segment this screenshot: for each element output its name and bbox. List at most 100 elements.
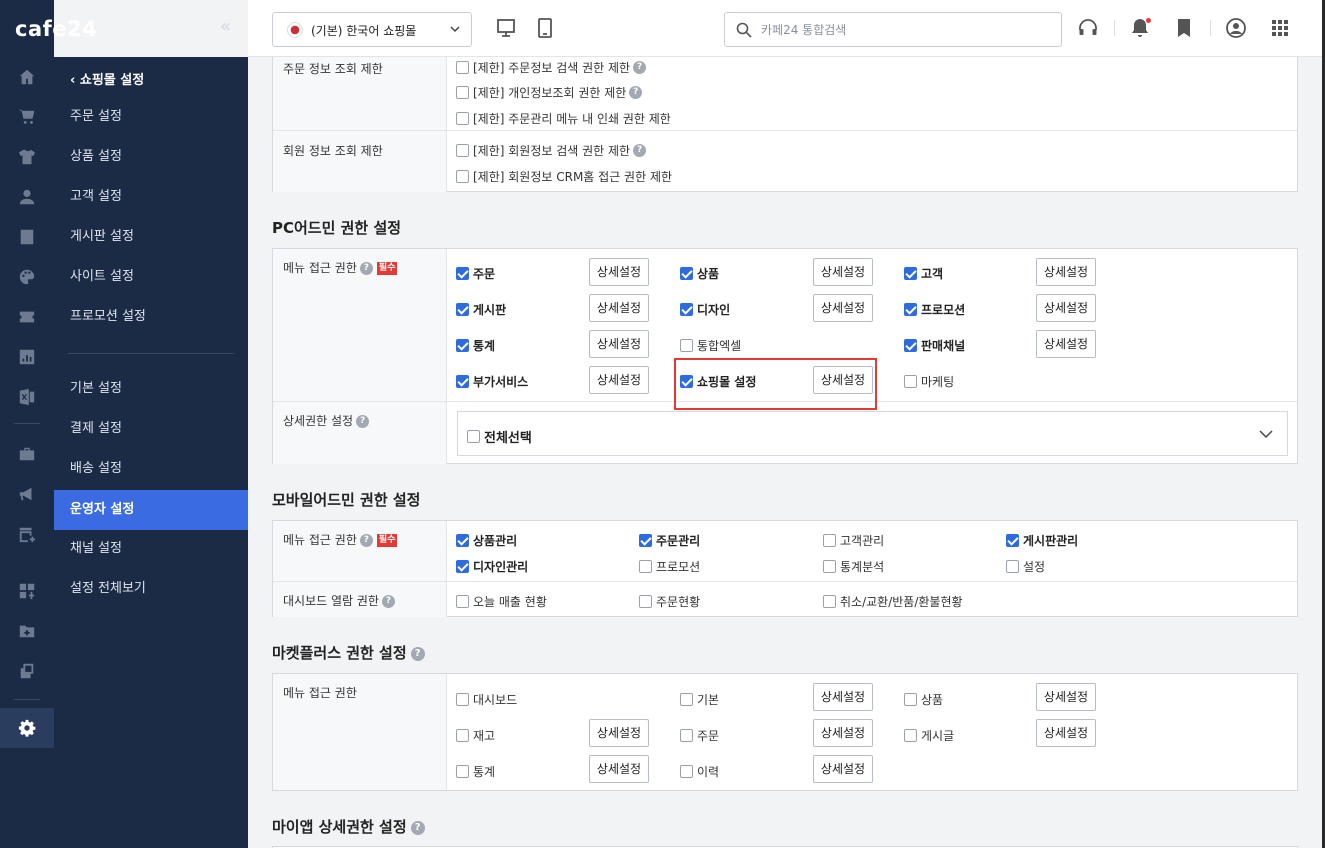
sidebar-item-all-settings[interactable]: 설정 전체보기 <box>54 569 248 609</box>
mobile-menu-checkbox-product[interactable]: 상품관리 <box>456 532 517 549</box>
marketplus-checkbox-product[interactable]: 상품 <box>904 691 943 708</box>
mobile-menu-checkbox-promotion[interactable]: 프로모션 <box>639 558 700 575</box>
sidebar-item-shipping-settings[interactable]: 배송 설정 <box>54 449 248 489</box>
help-icon[interactable]: ? <box>410 820 425 835</box>
marketplus-checkbox-dashboard[interactable]: 대시보드 <box>456 691 517 708</box>
detail-settings-button-channel[interactable]: 상세설정 <box>1036 330 1096 358</box>
detail-settings-button-mp-history[interactable]: 상세설정 <box>813 755 873 783</box>
pc-menu-checkbox-channel[interactable]: 판매채널 <box>904 337 965 354</box>
pc-menu-checkbox-customer[interactable]: 고객 <box>904 265 943 282</box>
sidebar-item-product-settings[interactable]: 상품 설정 <box>54 137 248 177</box>
folder-add-icon[interactable] <box>17 621 37 641</box>
copy-icon[interactable] <box>17 661 37 681</box>
pc-menu-checkbox-product[interactable]: 상품 <box>680 265 719 282</box>
pc-menu-checkbox-board[interactable]: 게시판 <box>456 301 506 318</box>
detail-settings-button-mp-order[interactable]: 상세설정 <box>813 719 873 747</box>
detail-settings-button-board[interactable]: 상세설정 <box>589 294 649 322</box>
sidebar-item-basic-settings[interactable]: 기본 설정 <box>54 369 248 409</box>
detail-settings-button-addon[interactable]: 상세설정 <box>589 366 649 394</box>
megaphone-icon[interactable] <box>17 484 37 504</box>
select-all-dropdown[interactable]: 전체선택 <box>457 411 1288 456</box>
dashboard-checkbox-order-status[interactable]: 주문현황 <box>639 593 700 610</box>
sidebar-item-payment-settings[interactable]: 결제 설정 <box>54 409 248 449</box>
ticket-icon[interactable] <box>17 307 37 327</box>
detail-settings-button-product[interactable]: 상세설정 <box>813 258 873 286</box>
sidebar-item-operator-settings[interactable]: 운영자 설정 <box>54 490 248 530</box>
user-icon[interactable] <box>17 187 37 207</box>
pc-menu-checkbox-stats[interactable]: 통계 <box>456 337 495 354</box>
detail-settings-button-mp-stats[interactable]: 상세설정 <box>589 755 649 783</box>
detail-settings-button-design[interactable]: 상세설정 <box>813 294 873 322</box>
pc-menu-checkbox-excel[interactable]: 통합엑셀 <box>680 337 741 354</box>
sidebar-item-promotion-settings[interactable]: 프로모션 설정 <box>54 297 248 337</box>
account-icon[interactable] <box>1225 17 1247 39</box>
detail-settings-button-stats[interactable]: 상세설정 <box>589 330 649 358</box>
member-crm-restrict-checkbox[interactable]: [제한] 회원정보 CRM홈 접근 권한 제한 <box>456 168 672 185</box>
marketplus-checkbox-history[interactable]: 이력 <box>680 763 719 780</box>
mobile-menu-checkbox-order[interactable]: 주문관리 <box>639 532 700 549</box>
marketplus-checkbox-order[interactable]: 주문 <box>680 727 719 744</box>
sidebar-back-link[interactable]: ‹ 쇼핑몰 설정 <box>70 69 144 88</box>
help-icon[interactable]: ? <box>410 646 425 661</box>
mobile-menu-checkbox-design[interactable]: 디자인관리 <box>456 558 528 575</box>
member-search-restrict-checkbox[interactable]: [제한] 회원정보 검색 권한 제한? <box>456 142 647 159</box>
help-icon[interactable]: ? <box>356 415 370 428</box>
detail-settings-button-mp-product[interactable]: 상세설정 <box>1036 683 1096 711</box>
detail-settings-button-mp-stock[interactable]: 상세설정 <box>589 719 649 747</box>
desktop-icon[interactable] <box>495 17 517 39</box>
tablet-icon[interactable] <box>534 17 556 39</box>
gear-icon[interactable] <box>17 718 37 738</box>
sidebar-item-board-settings[interactable]: 게시판 설정 <box>54 217 248 257</box>
detail-settings-button-mp-basic[interactable]: 상세설정 <box>813 683 873 711</box>
order-search-restrict-checkbox[interactable]: [제한] 주문정보 검색 권한 제한? <box>456 59 647 76</box>
sidebar-item-site-settings[interactable]: 사이트 설정 <box>54 257 248 297</box>
marketplus-checkbox-post[interactable]: 게시글 <box>904 727 954 744</box>
sidebar-item-channel-settings[interactable]: 채널 설정 <box>54 529 248 569</box>
mobile-menu-checkbox-customer[interactable]: 고객관리 <box>823 532 884 549</box>
cafe24-logo[interactable]: cafe24 <box>15 17 97 41</box>
palette-icon[interactable] <box>17 267 37 287</box>
marketplus-checkbox-basic[interactable]: 기본 <box>680 691 719 708</box>
pc-menu-checkbox-marketing[interactable]: 마케팅 <box>904 373 954 390</box>
help-icon[interactable]: ? <box>633 61 647 74</box>
pc-menu-checkbox-addon[interactable]: 부가서비스 <box>456 373 528 390</box>
mobile-menu-checkbox-stats[interactable]: 통계분석 <box>823 558 884 575</box>
help-icon[interactable]: ? <box>359 534 373 547</box>
detail-settings-button-mp-post[interactable]: 상세설정 <box>1036 719 1096 747</box>
detail-settings-button-order[interactable]: 상세설정 <box>589 258 649 286</box>
cart-icon[interactable] <box>17 107 37 127</box>
bookmark-icon[interactable] <box>1173 17 1195 39</box>
pc-menu-checkbox-design[interactable]: 디자인 <box>680 301 730 318</box>
sidebar-item-order-settings[interactable]: 주문 설정 <box>54 97 248 137</box>
home-icon[interactable] <box>17 67 37 87</box>
headset-icon[interactable] <box>1077 17 1099 39</box>
collapse-sidebar-button[interactable]: « <box>220 16 231 37</box>
shirt-icon[interactable] <box>17 147 37 167</box>
detail-settings-button-promotion[interactable]: 상세설정 <box>1036 294 1096 322</box>
dashboard-checkbox-cancel-status[interactable]: 취소/교환/반품/환불현황 <box>823 593 963 610</box>
briefcase-icon[interactable] <box>17 444 37 464</box>
order-print-restrict-checkbox[interactable]: [제한] 주문관리 메뉴 내 인쇄 권한 제한 <box>456 110 671 127</box>
help-icon[interactable]: ? <box>633 144 647 157</box>
search-input[interactable] <box>761 20 1051 40</box>
dashboard-checkbox-today-sales[interactable]: 오늘 매출 현황 <box>456 593 547 610</box>
store-add-icon[interactable] <box>17 524 37 544</box>
help-icon[interactable]: ? <box>381 595 395 608</box>
app-grid-icon[interactable] <box>1269 17 1291 39</box>
mobile-menu-checkbox-settings[interactable]: 설정 <box>1006 558 1045 575</box>
marketplus-checkbox-stats[interactable]: 통계 <box>456 763 495 780</box>
store-select[interactable]: (기본) 한국어 쇼핑몰 <box>272 12 472 47</box>
chart-icon[interactable] <box>17 347 37 367</box>
mobile-menu-checkbox-board[interactable]: 게시판관리 <box>1006 532 1078 549</box>
private-info-restrict-checkbox[interactable]: [제한] 개인정보조회 권한 제한? <box>456 84 643 101</box>
help-icon[interactable]: ? <box>359 262 373 275</box>
pc-menu-checkbox-shop-settings[interactable]: 쇼핑몰 설정 <box>680 373 756 390</box>
marketplus-checkbox-stock[interactable]: 재고 <box>456 727 495 744</box>
excel-icon[interactable] <box>17 387 37 407</box>
pc-menu-checkbox-order[interactable]: 주문 <box>456 265 495 282</box>
detail-settings-button-shop-settings[interactable]: 상세설정 <box>813 366 873 394</box>
apps-add-icon[interactable] <box>17 581 37 601</box>
board-icon[interactable] <box>17 227 37 247</box>
help-icon[interactable]: ? <box>629 86 643 99</box>
sidebar-item-customer-settings[interactable]: 고객 설정 <box>54 177 248 217</box>
